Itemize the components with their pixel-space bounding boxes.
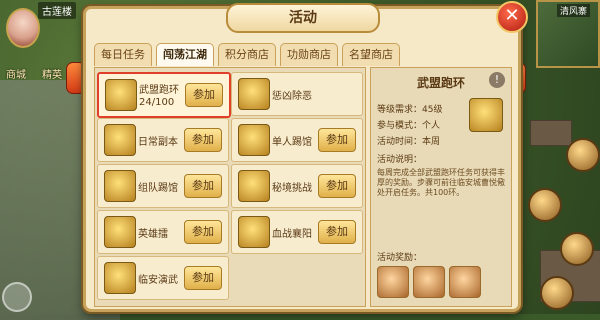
activity-chengxiong-chue[interactable]: 惩凶除恶 [231,72,363,116]
mount-icon[interactable] [566,138,600,172]
crossed-swords-icon [238,216,270,248]
activity-detail: 武盟跑环 ! 等级需求：45级 参与模式：个人 活动时间：本周 活动说明： 每周… [370,67,512,307]
elite-button[interactable]: 精英 [42,66,62,81]
activity-daily-dungeon[interactable]: 日常副本 参加 [97,118,229,162]
panel-title: 活动 [226,3,380,33]
activity-hero-arena[interactable]: 英雄擂 参加 [97,210,229,254]
time-value: 本周 [422,137,441,147]
level-label: 等级需求： [377,105,423,115]
tab-merit-shop[interactable]: 功勋商店 [280,43,338,66]
mode-label: 参与模式： [377,121,423,131]
player-name: 古莲楼 [38,2,76,19]
joystick[interactable] [2,282,32,312]
join-button[interactable]: 参加 [318,174,356,198]
book-icon [104,124,136,156]
trophy-icon [104,216,136,248]
info-icon[interactable]: ! [489,72,505,88]
join-button[interactable]: 参加 [184,174,222,198]
activity-solo-challenge[interactable]: 单人踢馆 参加 [231,118,363,162]
activity-progress: 24/100 [139,97,175,108]
activity-list: 武盟跑环 24/100 参加 惩凶除恶 日常副本 参加 单人踢馆 参加 组队踢馆… [94,67,366,307]
activity-secret-realm[interactable]: 秘境挑战 参加 [231,164,363,208]
activity-name: 单人踢馆 [272,137,312,148]
activity-name: 临安演武 [138,275,178,286]
reward-chest-icon[interactable] [449,266,481,298]
halberd-icon [104,262,136,294]
level-requirement: 等级需求：45级 [377,102,442,115]
activity-panel: 活动 ✕ 每日任务 闯荡江湖 积分商店 功勋商店 名望商店 武盟跑环 24/10… [83,1,528,312]
rooftop [530,120,572,146]
shop-button[interactable]: 商城 [6,66,26,81]
wumeng-icon [105,79,137,111]
join-button[interactable]: 参加 [184,220,222,244]
skill-1-icon[interactable] [528,188,562,222]
activity-name: 日常副本 [138,137,178,148]
player-avatar[interactable] [6,8,40,48]
tab-daily-tasks[interactable]: 每日任务 [94,43,152,66]
activity-name: 惩凶除恶 [272,91,312,102]
join-button[interactable]: 参加 [184,128,222,152]
mode-value: 个人 [422,121,441,131]
time-label: 活动时间： [377,137,423,147]
shield-icon [104,170,136,202]
join-button[interactable]: 参加 [318,128,356,152]
reward-coin-icon[interactable] [377,266,409,298]
activity-name: 英雄擂 [138,229,168,240]
tab-fame-shop[interactable]: 名望商店 [342,43,400,66]
activity-name: 组队踢馆 [138,183,178,194]
wumeng-icon [469,98,503,132]
participation-mode: 参与模式：个人 [377,118,440,131]
activity-wumeng-paohuan[interactable]: 武盟跑环 24/100 参加 [97,72,231,118]
minimap-location: 清风寨 [556,4,590,17]
activity-name: 秘境挑战 [272,183,312,194]
skill-2-icon[interactable] [560,232,594,266]
description-text: 每周完成全部武盟跑环任务可获得丰厚的奖励。步骤可前往临安城曹悦儆处开启任务。共1… [377,168,505,197]
activity-name: 武盟跑环 [139,85,179,96]
join-button[interactable]: 参加 [185,83,223,107]
activity-xiangyang-battle[interactable]: 血战襄阳 参加 [231,210,363,254]
activity-team-challenge[interactable]: 组队踢馆 参加 [97,164,229,208]
minimap[interactable]: 清风寨 [536,0,600,68]
rewards-label: 活动奖励： [377,253,423,263]
activity-linan-drill[interactable]: 临安演武 参加 [97,256,229,300]
close-button[interactable]: ✕ [496,1,528,33]
join-button[interactable]: 参加 [184,266,222,290]
tab-bar: 每日任务 闯荡江湖 积分商店 功勋商店 名望商店 [94,43,400,67]
activity-name: 血战襄阳 [272,229,312,240]
description-label: 活动说明： [377,155,423,165]
dragon-icon [238,78,270,110]
gong-icon [238,124,270,156]
join-button[interactable]: 参加 [318,220,356,244]
tab-adventure[interactable]: 闯荡江湖 [156,43,214,66]
activity-time: 活动时间：本周 [377,134,440,147]
attack-icon[interactable] [540,276,574,310]
level-value: 45级 [422,105,443,115]
tab-points-shop[interactable]: 积分商店 [218,43,276,66]
beast-icon [238,170,270,202]
reward-scroll-icon[interactable] [413,266,445,298]
